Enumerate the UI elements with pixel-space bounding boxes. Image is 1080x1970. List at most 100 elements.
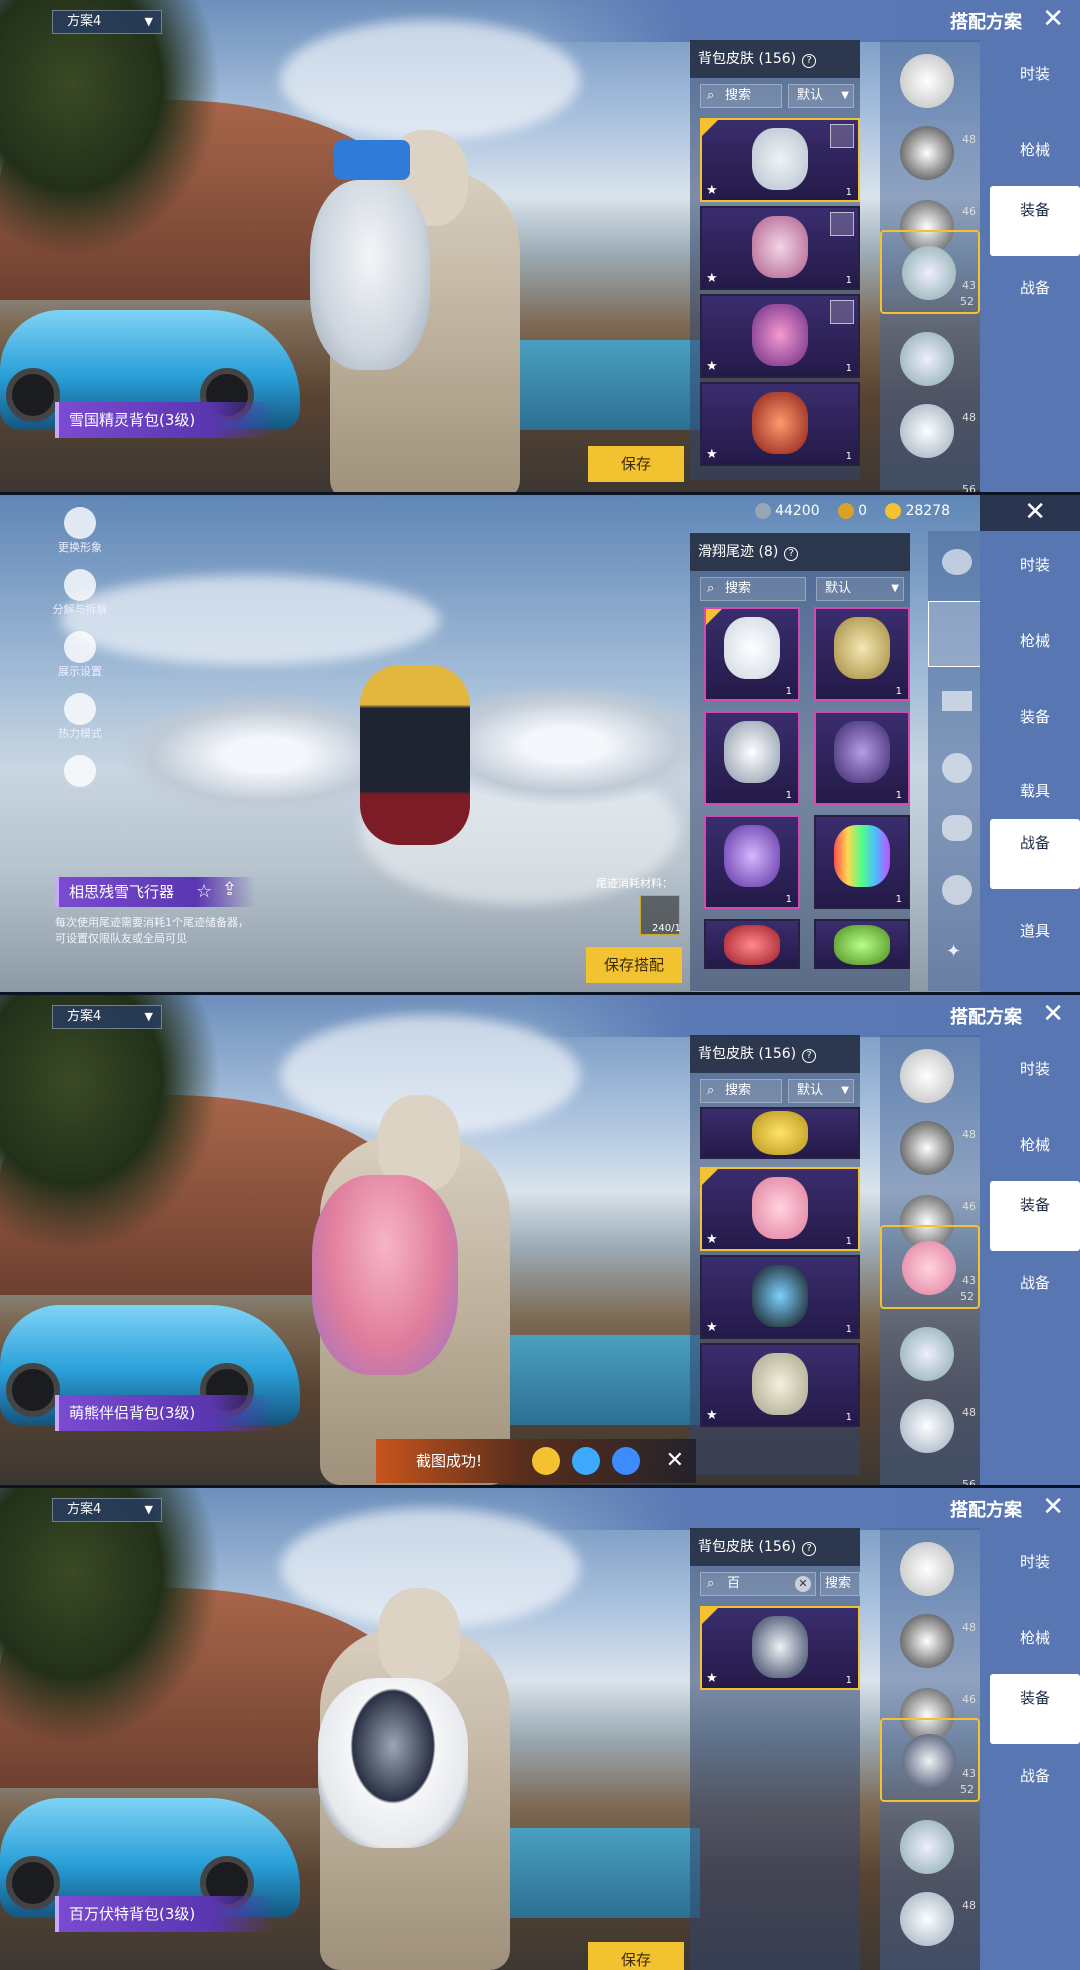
- robot-backpack-icon: [752, 304, 808, 366]
- close-button[interactable]: ✕: [1042, 999, 1064, 1029]
- skin-card[interactable]: ★ 1: [700, 1255, 860, 1339]
- slot-backpack[interactable]: 56: [880, 390, 980, 492]
- slot-backpack[interactable]: 56: [880, 1385, 980, 1485]
- tab-weapons[interactable]: 枪械: [990, 617, 1080, 687]
- star-icon[interactable]: ★: [706, 1232, 718, 1247]
- skin-card[interactable]: ★ 1: [700, 206, 860, 290]
- preview-thumbnail[interactable]: [830, 300, 854, 324]
- display-settings-button[interactable]: 展示设置: [40, 631, 120, 679]
- skin-card[interactable]: [700, 1107, 860, 1159]
- share-coin-icon[interactable]: [532, 1447, 560, 1475]
- close-button[interactable]: ✕: [1042, 1492, 1064, 1522]
- change-appearance-button[interactable]: 更换形象: [40, 507, 120, 555]
- save-button[interactable]: 保存: [588, 1942, 684, 1970]
- item-description: 每次使用尾迹需要消耗1个尾迹储备器，可设置仅限队友或全局可见: [55, 916, 249, 945]
- preview-thumbnail[interactable]: [830, 212, 854, 236]
- star-icon[interactable]: ★: [706, 1320, 718, 1335]
- ufo-icon: [724, 721, 780, 783]
- skin-card[interactable]: ★ 1: [700, 1606, 860, 1690]
- robot-icon[interactable]: [942, 875, 972, 905]
- tab-equipment[interactable]: 装备: [990, 1181, 1080, 1251]
- skin-card[interactable]: ★ 1: [700, 294, 860, 378]
- save-outfit-button[interactable]: 保存搭配: [586, 947, 682, 983]
- zoom-button[interactable]: [40, 755, 120, 787]
- skin-qty: 1: [845, 363, 852, 374]
- tab-fashion[interactable]: 时装: [990, 50, 1080, 120]
- help-icon[interactable]: ?: [784, 547, 799, 561]
- search-input[interactable]: ⌕ 搜索: [700, 577, 806, 601]
- parachute-icon[interactable]: [942, 549, 972, 575]
- preview-thumbnail[interactable]: [830, 124, 854, 148]
- sparkle-icon[interactable]: ✦: [946, 941, 961, 962]
- vehicle-icon[interactable]: [942, 815, 972, 841]
- slot-backpack-selected[interactable]: 52: [880, 1718, 980, 1802]
- star-icon[interactable]: ★: [706, 1671, 718, 1686]
- star-icon[interactable]: ★: [706, 1408, 718, 1423]
- plan-selector[interactable]: 方案4 ▼: [52, 10, 162, 34]
- plan-selector[interactable]: 方案4 ▼: [52, 1498, 162, 1522]
- sort-dropdown[interactable]: 默认 ▼: [788, 1079, 854, 1103]
- trail-card[interactable]: [704, 919, 800, 969]
- trail-card[interactable]: 1: [814, 815, 910, 909]
- decompose-button[interactable]: 分解与拆解: [40, 569, 120, 617]
- trail-icon[interactable]: [928, 601, 984, 667]
- share-icon[interactable]: ⇪: [222, 879, 237, 900]
- grid-header: 滑翔尾迹 (8)?: [690, 533, 910, 571]
- tab-items[interactable]: 道具: [990, 907, 1080, 977]
- silver-count: 44200: [775, 503, 820, 519]
- tab-supplies[interactable]: 战备: [990, 819, 1080, 889]
- emote-icon[interactable]: [942, 753, 972, 783]
- plan-selector[interactable]: 方案4 ▼: [52, 1005, 162, 1029]
- slot-backpack-selected[interactable]: 52: [880, 230, 980, 314]
- slot-backpack[interactable]: [880, 1878, 980, 1970]
- tab-equipment[interactable]: 装备: [990, 186, 1080, 256]
- tab-equipment[interactable]: 装备: [990, 693, 1080, 763]
- qq-icon[interactable]: [572, 1447, 600, 1475]
- skin-qty: 1: [845, 1324, 852, 1335]
- star-icon[interactable]: ★: [706, 447, 718, 462]
- search-button[interactable]: 搜索: [820, 1572, 860, 1596]
- help-icon[interactable]: ?: [802, 54, 817, 68]
- close-toast-button[interactable]: ✕: [666, 1439, 684, 1483]
- heat-mode-button[interactable]: 热力模式: [40, 693, 120, 741]
- trail-card[interactable]: 1: [704, 607, 800, 701]
- tab-fashion[interactable]: 时装: [990, 541, 1080, 611]
- tab-supplies[interactable]: 战备: [990, 1259, 1080, 1329]
- save-button[interactable]: 保存: [588, 446, 684, 482]
- trail-card[interactable]: 1: [814, 711, 910, 805]
- skin-card[interactable]: ★ 1: [700, 118, 860, 202]
- fire-icon: [64, 693, 96, 725]
- tab-equipment[interactable]: 装备: [990, 1674, 1080, 1744]
- search-input[interactable]: ⌕ 搜索: [700, 1079, 782, 1103]
- tab-supplies[interactable]: 战备: [990, 1752, 1080, 1822]
- star-icon[interactable]: ★: [706, 183, 718, 198]
- skin-card[interactable]: ★ 1: [700, 382, 860, 466]
- skin-qty: 1: [895, 790, 902, 801]
- trail-card[interactable]: [814, 919, 910, 969]
- tab-fashion[interactable]: 时装: [990, 1538, 1080, 1608]
- favorite-icon[interactable]: ☆: [196, 881, 212, 902]
- trail-card[interactable]: 1: [704, 815, 800, 909]
- plane-icon[interactable]: [942, 691, 972, 711]
- skin-card[interactable]: ★ 1: [700, 1343, 860, 1427]
- tab-supplies[interactable]: 战备: [990, 264, 1080, 334]
- search-input[interactable]: ⌕ 百 ✕: [700, 1572, 816, 1596]
- close-button[interactable]: ✕: [1042, 4, 1064, 34]
- tool-label: 更换形象: [58, 541, 102, 554]
- trail-card[interactable]: 1: [814, 607, 910, 701]
- sort-dropdown[interactable]: 默认 ▼: [816, 577, 904, 601]
- help-icon[interactable]: ?: [802, 1542, 817, 1556]
- trail-card[interactable]: 1: [704, 711, 800, 805]
- tab-fashion[interactable]: 时装: [990, 1045, 1080, 1115]
- help-icon[interactable]: ?: [802, 1049, 817, 1063]
- equipped-slots: 48 46 43 52 48: [880, 1528, 980, 1970]
- slot-backpack-selected[interactable]: 52: [880, 1225, 980, 1309]
- star-share-icon[interactable]: [612, 1447, 640, 1475]
- search-input[interactable]: ⌕ 搜索: [700, 84, 782, 108]
- clear-search-icon[interactable]: ✕: [795, 1576, 811, 1592]
- sort-dropdown[interactable]: 默认 ▼: [788, 84, 854, 108]
- star-icon[interactable]: ★: [706, 359, 718, 374]
- star-icon[interactable]: ★: [706, 271, 718, 286]
- skin-card[interactable]: ★ 1: [700, 1167, 860, 1251]
- close-button[interactable]: ✕: [1024, 497, 1046, 527]
